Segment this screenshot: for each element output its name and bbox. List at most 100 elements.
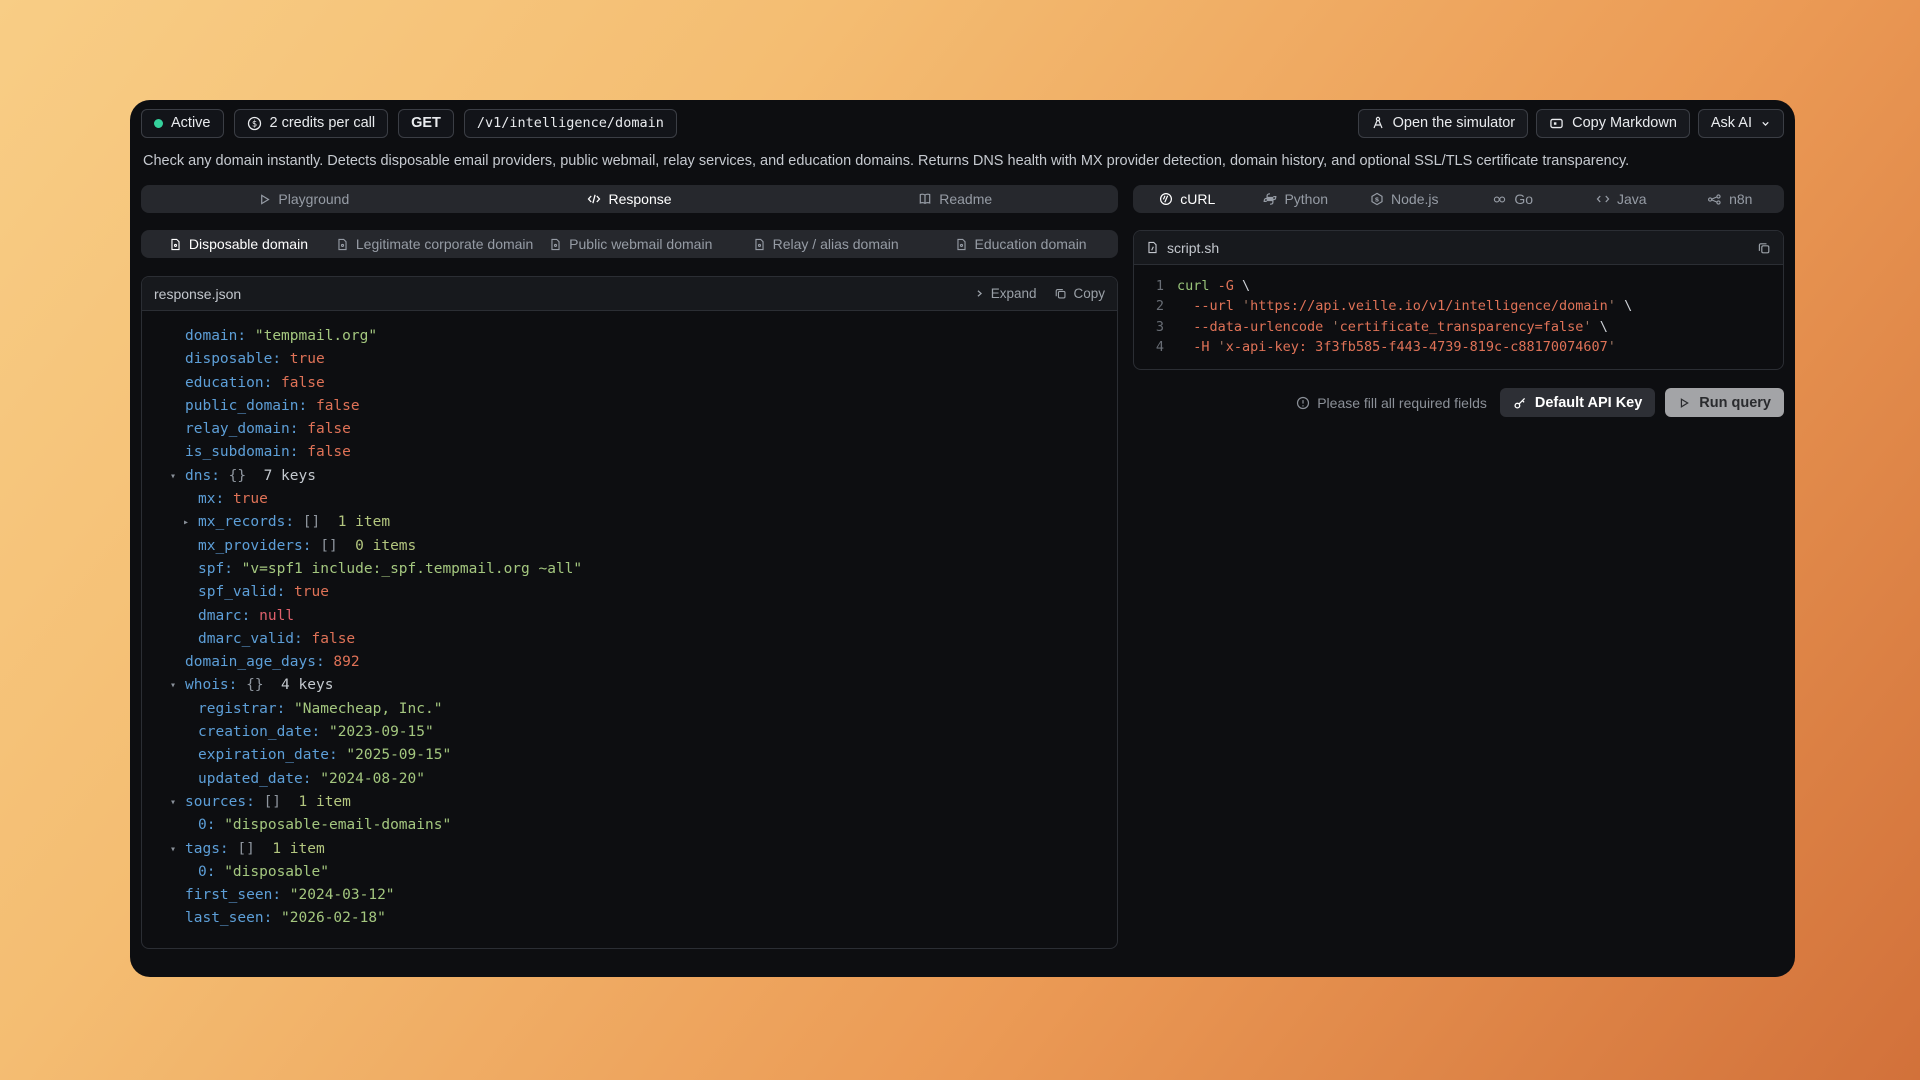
run-query-button[interactable]: Run query — [1665, 388, 1784, 417]
example-tab-corporate[interactable]: Legitimate corporate domain — [336, 230, 533, 258]
lang-tab-nodejs[interactable]: Node.js — [1350, 185, 1459, 213]
json-row: ▾sources: [] 1 item — [152, 791, 1107, 814]
json-token-k: last_seen — [185, 910, 264, 926]
json-row: ▸mx_records: [] 1 item — [152, 511, 1107, 534]
json-row: spf: "v=spf1 include:_spf.tempmail.org ~… — [152, 558, 1107, 581]
code-token-q: ' — [1218, 337, 1226, 357]
example-tab-disposable[interactable]: Disposable domain — [141, 230, 336, 258]
chevron-down-icon — [1760, 118, 1771, 129]
line-number: 4 — [1134, 337, 1164, 357]
topbar: Active $ 2 credits per call GET /v1/inte… — [141, 108, 1784, 138]
json-token-k: dmarc — [198, 608, 242, 624]
json-token-k: creation_date — [198, 724, 312, 740]
expanded-arrow-icon[interactable]: ▾ — [170, 791, 185, 814]
lang-tab-n8n[interactable]: n8n — [1676, 185, 1785, 213]
response-header-actions: Expand Copy — [974, 286, 1105, 301]
expanded-arrow-icon[interactable]: ▾ — [170, 674, 185, 697]
example-tab-webmail[interactable]: Public webmail domain — [533, 230, 728, 258]
json-token-b: false — [316, 398, 360, 414]
json-row: education: false — [152, 372, 1107, 395]
file-json-icon — [169, 238, 182, 251]
json-row: expiration_date: "2025-09-15" — [152, 744, 1107, 767]
tab-readme[interactable]: Readme — [792, 185, 1118, 213]
json-row: first_seen: "2024-03-12" — [152, 884, 1107, 907]
code-token-q: ' — [1608, 337, 1616, 357]
json-token-b: true — [294, 584, 329, 600]
json-row: updated_date: "2024-08-20" — [152, 768, 1107, 791]
json-token-k: relay_domain — [185, 421, 290, 437]
topbar-right: Open the simulator Copy Markdown Ask AI — [1358, 109, 1784, 138]
code-token-flag: --data-urlencode — [1177, 317, 1331, 337]
markdown-icon — [1549, 116, 1564, 131]
example-tabbar: Disposable domain Legitimate corporate d… — [141, 230, 1118, 258]
tab-label: Relay / alias domain — [773, 236, 899, 252]
code-filename-label: script.sh — [1167, 240, 1219, 256]
collapsed-arrow-icon[interactable]: ▸ — [183, 511, 198, 534]
json-token-br: [] — [264, 794, 281, 810]
required-fields-notice: Please fill all required fields — [1296, 395, 1487, 411]
code-token-q: ' — [1583, 317, 1591, 337]
copy-code-button[interactable] — [1757, 241, 1771, 255]
tab-response[interactable]: Response — [467, 185, 793, 213]
json-token-ci: 1 item — [320, 514, 390, 530]
json-row: last_seen: "2026-02-18" — [152, 907, 1107, 930]
lang-tab-go[interactable]: Go — [1459, 185, 1568, 213]
json-token-s: "tempmail.org" — [255, 328, 377, 344]
json-token-k: public_domain — [185, 398, 299, 414]
json-token-p: : — [224, 561, 241, 577]
ask-ai-button[interactable]: Ask AI — [1698, 109, 1784, 138]
lang-tab-python[interactable]: Python — [1242, 185, 1351, 213]
json-token-br: [] — [237, 841, 254, 857]
json-row: ▾whois: {} 4 keys — [152, 674, 1107, 697]
json-token-p: : — [264, 910, 281, 926]
json-row: dmarc_valid: false — [152, 628, 1107, 651]
json-token-p: : — [329, 747, 346, 763]
tab-label: cURL — [1180, 191, 1215, 207]
curl-icon — [1159, 192, 1173, 206]
lang-tab-java[interactable]: Java — [1567, 185, 1676, 213]
json-token-s: "2025-09-15" — [346, 747, 451, 763]
json-token-s: "2026-02-18" — [281, 910, 386, 926]
json-token-k: is_subdomain — [185, 444, 290, 460]
code-token-cstr: https://api.veille.io/v1/intelligence/do… — [1250, 296, 1608, 316]
json-token-p: : — [229, 677, 246, 693]
tab-label: Node.js — [1391, 191, 1438, 207]
ask-ai-label: Ask AI — [1711, 115, 1752, 131]
open-simulator-button[interactable]: Open the simulator — [1358, 109, 1529, 138]
file-json-icon — [955, 238, 968, 251]
example-tab-education[interactable]: Education domain — [923, 230, 1118, 258]
run-query-label: Run query — [1699, 395, 1771, 411]
credits-label: 2 credits per call — [270, 115, 376, 131]
main-tabbar: Playground Response — [141, 185, 1118, 213]
json-token-p: : — [272, 887, 289, 903]
copy-response-button[interactable]: Copy — [1054, 286, 1105, 301]
json-token-ci: 1 item — [281, 794, 351, 810]
example-tab-relay[interactable]: Relay / alias domain — [728, 230, 923, 258]
json-row: domain_age_days: 892 — [152, 651, 1107, 674]
code-token-flag: -H — [1177, 337, 1218, 357]
expanded-arrow-icon[interactable]: ▾ — [170, 465, 185, 488]
tab-label: Java — [1617, 191, 1647, 207]
json-row: 0: "disposable-email-domains" — [152, 814, 1107, 837]
code-token-esc: \ — [1592, 317, 1608, 337]
code-line: 1curl -G \ — [1134, 276, 1783, 296]
credits-badge: $ 2 credits per call — [234, 109, 389, 138]
tab-label: Public webmail domain — [569, 236, 712, 252]
play-icon — [258, 193, 271, 206]
lang-tab-curl[interactable]: cURL — [1133, 185, 1242, 213]
response-filename-label: response.json — [154, 286, 241, 302]
default-api-key-button[interactable]: Default API Key — [1500, 388, 1655, 417]
code-filename: script.sh — [1146, 240, 1219, 256]
expanded-arrow-icon[interactable]: ▾ — [170, 838, 185, 861]
copy-icon — [1757, 241, 1771, 255]
language-tabbar: cURL Python — [1133, 185, 1784, 213]
copy-markdown-button[interactable]: Copy Markdown — [1536, 109, 1690, 138]
topbar-left: Active $ 2 credits per call GET /v1/inte… — [141, 109, 677, 138]
tab-playground[interactable]: Playground — [141, 185, 467, 213]
code-panel-header: script.sh — [1134, 231, 1783, 265]
copy-label: Copy — [1073, 286, 1105, 301]
code-line: 3 --data-urlencode 'certificate_transpar… — [1134, 317, 1783, 337]
expand-button[interactable]: Expand — [974, 286, 1037, 301]
book-icon — [918, 192, 932, 206]
json-row: mx_providers: [] 0 items — [152, 535, 1107, 558]
